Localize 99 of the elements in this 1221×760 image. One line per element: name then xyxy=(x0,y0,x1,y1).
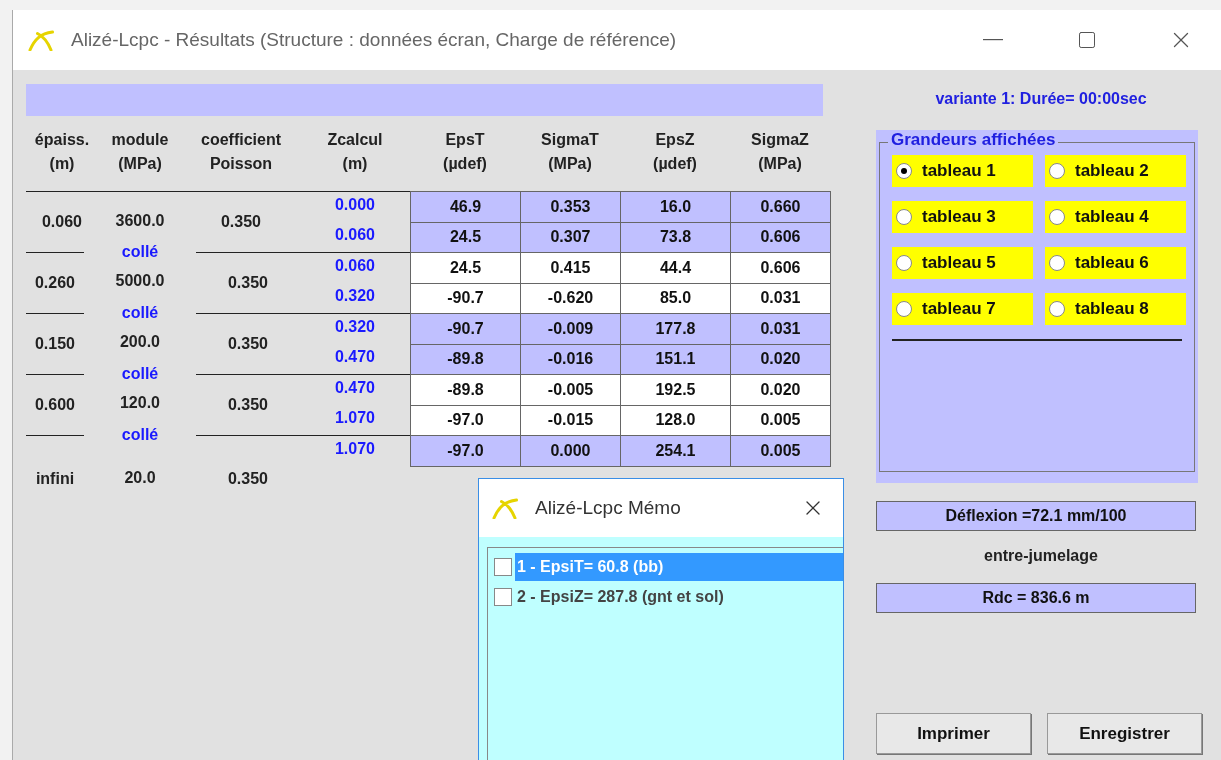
module-cell: 120.0 xyxy=(119,394,160,412)
result-cell: -0.005 xyxy=(520,374,621,406)
result-cell: 0.606 xyxy=(730,252,831,284)
radio-option[interactable]: tableau 8 xyxy=(1045,293,1186,325)
module-cell: 20.0 xyxy=(124,469,156,487)
result-cell: 24.5 xyxy=(410,221,521,253)
memo-item[interactable]: 2 - EpsiZ= 287.8 (gnt et sol) xyxy=(515,583,843,611)
position-label: entre-jumelage xyxy=(983,547,1099,565)
maximize-icon xyxy=(1077,30,1097,50)
radio-dot[interactable] xyxy=(1049,255,1065,271)
result-cell: 16.0 xyxy=(620,191,731,223)
deflection-value: Déflexion =72.1 mm/100 xyxy=(876,501,1196,531)
result-cell: -0.015 xyxy=(520,404,621,436)
result-cell: 24.5 xyxy=(410,252,521,284)
rdc-value: Rdc = 836.6 m xyxy=(876,583,1196,613)
thickness-cell: 0.600 xyxy=(34,396,75,414)
poisson-cell: 0.350 xyxy=(227,335,268,353)
radio-dot[interactable] xyxy=(1049,209,1065,225)
radio-option[interactable]: tableau 6 xyxy=(1045,247,1186,279)
result-cell: 192.5 xyxy=(620,374,731,406)
checkbox[interactable] xyxy=(494,558,512,576)
result-cell: -90.7 xyxy=(410,282,521,314)
column-header: coefficient Poisson xyxy=(200,130,282,174)
result-cell: 0.660 xyxy=(730,191,831,223)
thickness-cell: infini xyxy=(35,469,75,488)
module-cell: 200.0 xyxy=(119,333,160,351)
result-cell: -0.009 xyxy=(520,313,621,345)
thickness-cell: 0.150 xyxy=(34,335,75,353)
result-cell: -0.016 xyxy=(520,343,621,375)
result-cell: 46.9 xyxy=(410,191,521,223)
column-header: épaiss. (m) xyxy=(33,130,91,174)
zcalcul-cell-text: 0.000 xyxy=(333,195,376,215)
memo-title: Alizé-Lcpc Mémo xyxy=(535,497,682,519)
zcalcul-cell-text: 1.070 xyxy=(333,408,376,428)
zcalcul-cell-text: 0.060 xyxy=(333,256,376,276)
poisson-cell: 0.350 xyxy=(227,469,268,488)
column-header: SigmaT (MPa) xyxy=(540,130,600,174)
poisson-cell: 0.350 xyxy=(220,213,261,231)
radio-dot[interactable] xyxy=(896,255,912,271)
result-cell: 0.031 xyxy=(730,313,831,345)
radio-option[interactable]: tableau 3 xyxy=(892,201,1033,233)
thickness-cell: 0.260 xyxy=(34,274,75,292)
zcalcul-cell-text: 0.320 xyxy=(333,286,376,306)
radio-option[interactable]: tableau 5 xyxy=(892,247,1033,279)
result-cell: 44.4 xyxy=(620,252,731,284)
poisson-cell: 0.350 xyxy=(227,396,268,414)
result-cell: 128.0 xyxy=(620,404,731,436)
zcalcul-cell-text: 0.320 xyxy=(333,317,376,337)
radio-option[interactable]: tableau 2 xyxy=(1045,155,1186,187)
module-cell: 3600.0 xyxy=(115,212,165,230)
result-cell: -97.0 xyxy=(410,404,521,436)
result-cell: 73.8 xyxy=(620,221,731,253)
result-cell: 254.1 xyxy=(620,435,731,467)
zcalcul-cell-text: 0.470 xyxy=(333,378,376,398)
radio-dot[interactable] xyxy=(1049,301,1065,317)
column-header: Zcalcul (m) xyxy=(326,130,384,174)
result-cell: 0.031 xyxy=(730,282,831,314)
radio-dot[interactable] xyxy=(896,209,912,225)
app-logo-icon xyxy=(27,28,57,52)
column-header: module (MPa) xyxy=(110,130,170,174)
radio-dot[interactable] xyxy=(896,301,912,317)
app-logo-icon xyxy=(491,496,521,520)
radio-dot[interactable] xyxy=(896,163,912,179)
action-button[interactable]: Imprimer xyxy=(876,713,1031,754)
result-cell: -0.620 xyxy=(520,282,621,314)
result-cell: 0.000 xyxy=(520,435,621,467)
action-button[interactable]: Enregistrer xyxy=(1047,713,1202,754)
result-cell: 0.020 xyxy=(730,343,831,375)
poisson-cell: 0.350 xyxy=(227,274,268,292)
result-cell: 151.1 xyxy=(620,343,731,375)
radio-option[interactable]: tableau 7 xyxy=(892,293,1033,325)
result-cell: 177.8 xyxy=(620,313,731,345)
result-cell: 85.0 xyxy=(620,282,731,314)
result-cell: 0.005 xyxy=(730,404,831,436)
module-cell: 5000.0 xyxy=(115,272,165,290)
window-title: Alizé-Lcpc - Résultats (Structure : données écran, Charge de référence) xyxy=(71,29,678,51)
thickness-cell: 0.060 xyxy=(41,213,82,231)
column-header: SigmaZ (MPa) xyxy=(750,130,810,174)
result-cell: -89.8 xyxy=(410,374,521,406)
checkbox[interactable] xyxy=(494,588,512,606)
minimize-icon xyxy=(983,39,1003,41)
result-cell: 0.005 xyxy=(730,435,831,467)
zcalcul-cell-text: 0.060 xyxy=(333,225,376,245)
variant-label: variante 1: Durée= 00:00sec xyxy=(934,90,1148,108)
zcalcul-cell-text: 1.070 xyxy=(333,439,376,459)
result-cell: -89.8 xyxy=(410,343,521,375)
zcalcul-cell-text: 0.470 xyxy=(333,347,376,367)
column-header: EpsZ (µdef) xyxy=(652,130,698,174)
column-header: EpsT (µdef) xyxy=(442,130,488,174)
result-cell: -90.7 xyxy=(410,313,521,345)
result-cell: -97.0 xyxy=(410,435,521,467)
radio-option[interactable]: tableau 4 xyxy=(1045,201,1186,233)
radio-dot[interactable] xyxy=(1049,163,1065,179)
result-cell: 0.307 xyxy=(520,221,621,253)
result-cell: 0.415 xyxy=(520,252,621,284)
result-cell: 0.353 xyxy=(520,191,621,223)
radio-option[interactable]: tableau 1 xyxy=(892,155,1033,187)
result-cell: 0.606 xyxy=(730,221,831,253)
result-cell: 0.020 xyxy=(730,374,831,406)
